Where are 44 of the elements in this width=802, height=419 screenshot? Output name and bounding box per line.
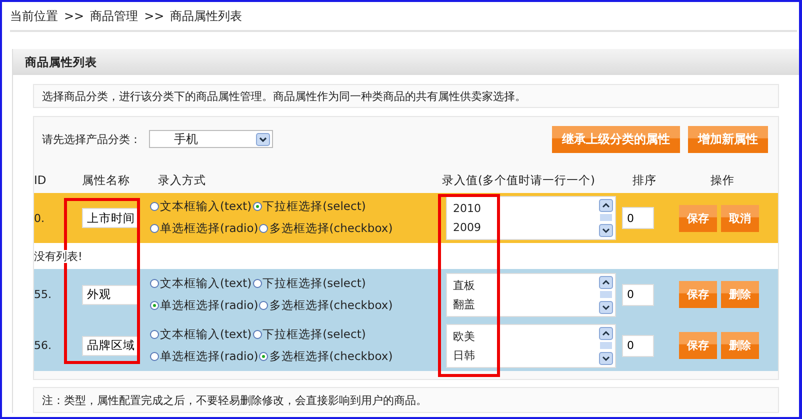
row-id: 55. <box>34 288 52 301</box>
dropdown-icon <box>256 132 270 146</box>
row-id: 56. <box>34 339 52 352</box>
breadcrumb-item: >> <box>144 9 164 23</box>
breadcrumb-item: >> <box>64 9 84 23</box>
info-text: 选择商品分类，进行该分类下的商品属性管理。商品属性作为同一种类商品的共有属性供卖家选择。 <box>33 84 779 108</box>
method-radio[interactable]: 多选框选择(checkbox) <box>259 294 393 316</box>
breadcrumb-item[interactable]: 当前位置 <box>10 8 58 24</box>
scrollbar-icon <box>599 326 613 364</box>
category-label: 请先选择产品分类： <box>42 132 141 146</box>
method-radio[interactable]: 文本框输入(text) <box>150 196 252 217</box>
method-radio[interactable]: 下拉框选择(select) <box>252 196 366 217</box>
sort-field[interactable]: 0 <box>622 334 654 356</box>
method-radio[interactable]: 文本框输入(text) <box>150 272 252 294</box>
name-field[interactable]: 上市时间 <box>82 208 138 228</box>
column-header: 操作 <box>710 172 734 186</box>
method-radio[interactable]: 下拉框选择(select) <box>252 324 366 344</box>
values-field[interactable]: 直板 翻盖 <box>446 272 616 316</box>
note-text: 注：类型，属性配置完成之后，不要轻易删除修改，会直接影响到用户的商品。 <box>33 387 779 413</box>
column-header: 录入值(多个值时请一行一个) <box>442 172 595 186</box>
method-radio[interactable]: 单选框选择(radio) <box>150 218 258 239</box>
method-radio[interactable]: 文本框输入(text) <box>150 324 252 344</box>
name-field[interactable]: 外观 <box>82 284 138 304</box>
values-field[interactable]: 欧美 日韩 <box>446 324 616 368</box>
column-header: 属性名称 <box>82 172 130 186</box>
row-id: 0. <box>34 212 44 224</box>
panel-title: 商品属性列表 <box>25 54 97 70</box>
scrollbar-icon <box>599 199 613 237</box>
method-radio[interactable]: 多选框选择(checkbox) <box>259 346 393 366</box>
breadcrumb-item[interactable]: 商品属性列表 <box>170 8 242 24</box>
sort-field[interactable]: 0 <box>622 284 654 306</box>
breadcrumb-item[interactable]: 商品管理 <box>90 8 138 24</box>
method-radio[interactable]: 单选框选择(radio) <box>150 346 258 366</box>
method-radio[interactable]: 多选框选择(checkbox) <box>259 218 393 239</box>
column-header: 录入方式 <box>158 172 206 186</box>
scrollbar-icon <box>599 276 613 314</box>
column-header: 排序 <box>632 172 656 186</box>
sort-field[interactable]: 0 <box>622 207 654 229</box>
method-radio[interactable]: 下拉框选择(select) <box>252 272 366 294</box>
values-field[interactable]: 2010 2009 <box>446 196 616 240</box>
method-radio[interactable]: 单选框选择(radio) <box>150 294 258 316</box>
category-select[interactable]: 手机 <box>149 130 273 148</box>
name-field[interactable]: 品牌区域 <box>82 336 138 356</box>
column-header: ID <box>34 173 46 187</box>
